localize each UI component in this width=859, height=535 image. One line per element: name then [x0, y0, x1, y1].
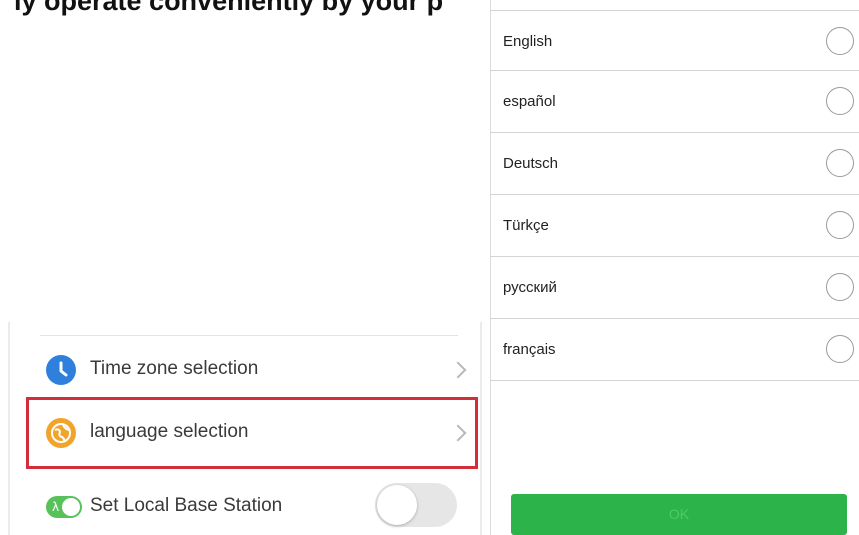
instruction-text: ly operate conveniently by your p: [14, 0, 444, 16]
language-label: español: [503, 93, 556, 110]
language-option-english[interactable]: English: [490, 10, 859, 71]
language-label: français: [503, 341, 556, 358]
radio-button[interactable]: [826, 87, 854, 115]
clock-icon: [46, 355, 76, 385]
radio-button[interactable]: [826, 149, 854, 177]
ok-button-label: OK: [668, 506, 690, 522]
language-label: Deutsch: [503, 155, 559, 172]
ok-button[interactable]: OK: [511, 494, 847, 535]
language-option-turkish[interactable]: Türkçe: [490, 195, 859, 257]
set-local-base-station-row: λ Set Local Base Station: [18, 480, 474, 535]
panel-edge: [480, 322, 482, 535]
language-option-german[interactable]: Deutsch: [490, 133, 859, 195]
time-zone-selection-row[interactable]: Time zone selection: [18, 342, 474, 398]
language-option-spanish[interactable]: español: [490, 71, 859, 133]
toggle-knob: [377, 485, 417, 525]
globe-icon: [46, 418, 76, 448]
language-label: русский: [503, 279, 557, 296]
time-zone-selection-label: Time zone selection: [90, 358, 259, 379]
radio-button[interactable]: [826, 211, 854, 239]
language-label: Türkçe: [503, 217, 549, 234]
language-selection-label: language selection: [90, 421, 249, 442]
panel-edge: [8, 322, 10, 535]
chevron-right-icon: [449, 361, 467, 379]
language-label: English: [503, 33, 553, 50]
base-station-toggle[interactable]: [375, 483, 457, 527]
divider: [40, 335, 458, 336]
set-local-base-station-label: Set Local Base Station: [90, 495, 283, 516]
radio-button[interactable]: [826, 273, 854, 301]
radio-button[interactable]: [826, 27, 854, 55]
language-dialog: English español Deutsch Türkçe русский f…: [490, 0, 859, 535]
language-option-russian[interactable]: русский: [490, 257, 859, 319]
language-list: English español Deutsch Türkçe русский f…: [490, 0, 859, 381]
language-selection-row[interactable]: language selection: [18, 397, 478, 469]
settings-panel: Time zone selection language selection λ…: [8, 322, 482, 535]
toggle-icon: λ: [46, 496, 82, 518]
radio-button[interactable]: [826, 335, 854, 363]
language-option-french[interactable]: français: [490, 319, 859, 381]
